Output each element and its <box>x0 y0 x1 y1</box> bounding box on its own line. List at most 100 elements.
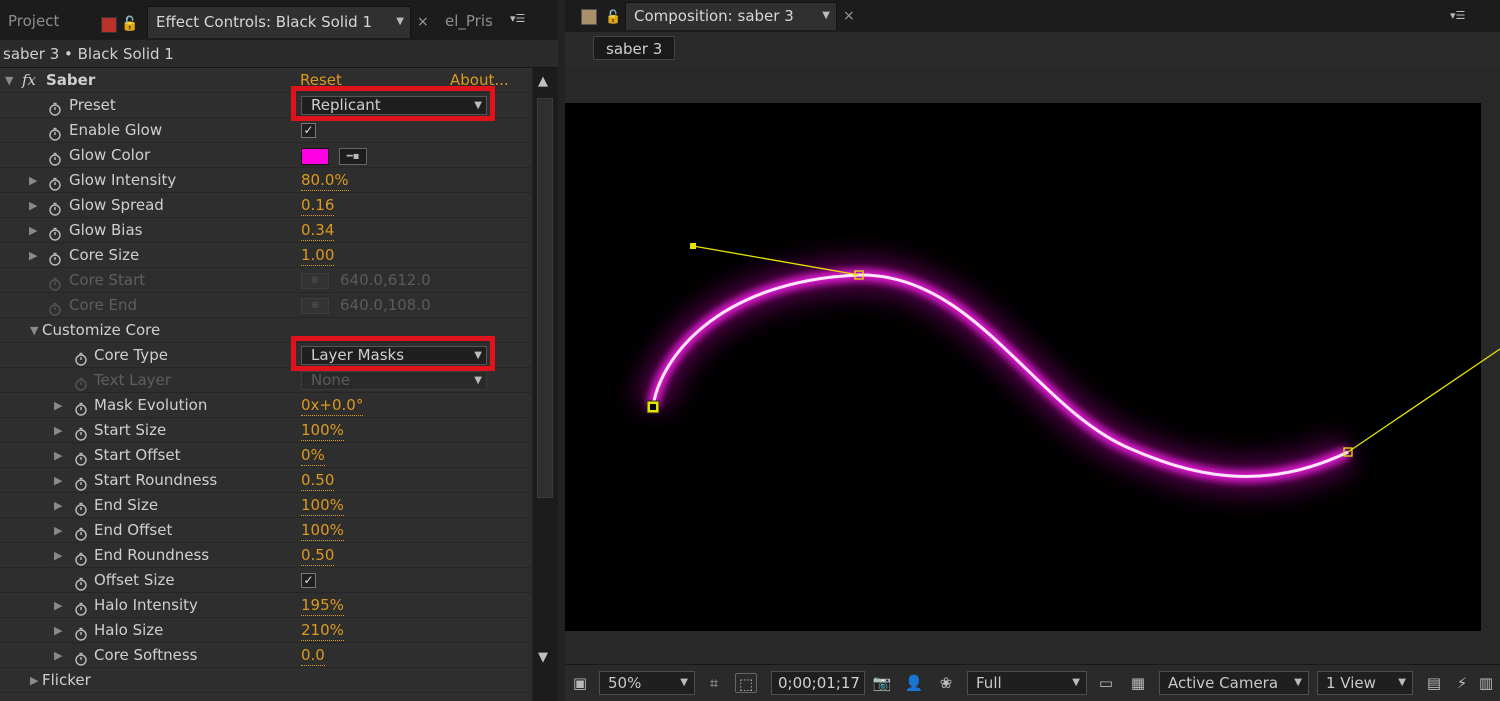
close-icon[interactable]: × <box>417 14 429 30</box>
composition-viewer[interactable] <box>565 68 1500 664</box>
property-row-core-softness[interactable]: ▶ Core Softness 0.0 <box>0 643 532 668</box>
property-value[interactable]: 0.34 <box>301 220 335 241</box>
expand-triangle-icon[interactable]: ▶ <box>30 668 38 693</box>
stopwatch-icon[interactable] <box>74 549 88 566</box>
property-row-end-offset[interactable]: ▶ End Offset 100% <box>0 518 532 543</box>
property-value[interactable]: 0.50 <box>301 470 335 491</box>
expand-triangle-icon[interactable]: ▶ <box>54 418 62 443</box>
stopwatch-icon[interactable] <box>48 224 62 241</box>
property-row-glow-spread[interactable]: ▶ Glow Spread 0.16 <box>0 193 532 218</box>
camera-dropdown[interactable]: Active Camera ▼ <box>1159 671 1309 695</box>
stopwatch-icon[interactable] <box>74 524 88 541</box>
expand-triangle-icon[interactable]: ▶ <box>29 193 37 218</box>
tab-next[interactable]: el_Pris <box>437 6 507 38</box>
stopwatch-icon[interactable] <box>74 624 88 641</box>
expand-triangle-icon[interactable]: ▶ <box>54 518 62 543</box>
checkerboard-icon[interactable]: ▦ <box>1127 673 1149 693</box>
fast-previews-icon[interactable]: ▭ <box>1095 673 1117 693</box>
property-row-enable-glow[interactable]: Enable Glow ✓ <box>0 118 532 143</box>
timeline-icon[interactable]: ⚡ <box>1451 673 1473 693</box>
property-row-flicker[interactable]: ▶ Flicker <box>0 668 532 693</box>
expand-triangle-icon[interactable]: ▶ <box>54 643 62 668</box>
panel-menu-icon[interactable]: ▾☰ <box>1450 10 1468 22</box>
stopwatch-icon[interactable] <box>48 249 62 266</box>
show-snapshot-icon[interactable]: 👤 <box>903 673 925 693</box>
eyedropper-icon[interactable]: ━▪ <box>339 148 367 165</box>
property-row-start-size[interactable]: ▶ Start Size 100% <box>0 418 532 443</box>
chevron-down-icon[interactable]: ▼ <box>822 3 830 29</box>
property-value[interactable]: 1.00 <box>301 245 335 266</box>
expand-triangle-icon[interactable]: ▶ <box>54 493 62 518</box>
stopwatch-icon[interactable] <box>74 424 88 441</box>
enable-glow-checkbox[interactable]: ✓ <box>301 123 316 138</box>
property-row-customize-core[interactable]: ▼ Customize Core <box>0 318 532 343</box>
stopwatch-icon[interactable] <box>74 599 88 616</box>
property-row-core-type[interactable]: Core Type Layer Masks ▼ <box>0 343 532 368</box>
view-layout-dropdown[interactable]: 1 View ▼ <box>1317 671 1413 695</box>
stopwatch-icon[interactable] <box>48 149 62 166</box>
current-time-display[interactable]: 0;00;01;17 <box>771 671 865 695</box>
property-row-core-size[interactable]: ▶ Core Size 1.00 <box>0 243 532 268</box>
property-value[interactable]: 0.16 <box>301 195 335 216</box>
preset-dropdown[interactable]: Replicant ▼ <box>301 96 487 115</box>
region-of-interest-icon[interactable]: ⌗ <box>703 673 725 693</box>
lock-icon-comp[interactable]: 🔓 <box>605 10 621 25</box>
expand-triangle-icon[interactable]: ▶ <box>54 543 62 568</box>
stopwatch-icon[interactable] <box>74 449 88 466</box>
lock-icon[interactable]: 🔓 <box>121 16 138 32</box>
expand-triangle-icon[interactable]: ▶ <box>54 618 62 643</box>
stopwatch-icon[interactable] <box>74 649 88 666</box>
expand-triangle-icon[interactable]: ▶ <box>54 593 62 618</box>
property-row-mask-evolution[interactable]: ▶ Mask Evolution 0x+0.0° <box>0 393 532 418</box>
about-link[interactable]: About... <box>450 68 509 93</box>
property-value[interactable]: 100% <box>301 520 344 541</box>
property-row-glow-intensity[interactable]: ▶ Glow Intensity 80.0% <box>0 168 532 193</box>
property-row-core-start[interactable]: Core Start ⊕ 640.0,612.0 <box>0 268 532 293</box>
scroll-up-icon[interactable]: ▲ <box>538 74 548 89</box>
transparency-grid-icon[interactable]: ⬚ <box>735 673 757 693</box>
composition-canvas[interactable] <box>565 103 1500 631</box>
property-row-start-roundness[interactable]: ▶ Start Roundness 0.50 <box>0 468 532 493</box>
property-row-end-size[interactable]: ▶ End Size 100% <box>0 493 532 518</box>
stopwatch-icon[interactable] <box>74 499 88 516</box>
property-value[interactable]: 80.0% <box>301 170 349 191</box>
tab-project[interactable]: Project <box>0 6 84 38</box>
expand-triangle-icon[interactable]: ▶ <box>29 243 37 268</box>
zoom-dropdown[interactable]: 50% ▼ <box>599 671 695 695</box>
property-row-glow-bias[interactable]: ▶ Glow Bias 0.34 <box>0 218 532 243</box>
expand-triangle-icon[interactable]: ▶ <box>54 393 62 418</box>
reset-link[interactable]: Reset <box>300 68 342 93</box>
scrollbar[interactable]: ▲ ▼ <box>533 68 558 701</box>
flowchart-icon[interactable]: ▥ <box>1475 673 1497 693</box>
pixel-aspect-icon[interactable]: ▤ <box>1423 673 1445 693</box>
fx-icon[interactable]: fx <box>22 68 36 93</box>
close-icon[interactable]: × <box>843 8 855 24</box>
expand-triangle-icon[interactable]: ▶ <box>54 468 62 493</box>
offset-size-checkbox[interactable]: ✓ <box>301 573 316 588</box>
property-row-halo-intensity[interactable]: ▶ Halo Intensity 195% <box>0 593 532 618</box>
effect-header-row[interactable]: ▼ fx Saber Reset About... <box>0 68 532 93</box>
stopwatch-icon[interactable] <box>48 124 62 141</box>
property-row-text-layer[interactable]: Text Layer None ▼ <box>0 368 532 393</box>
resolution-dropdown[interactable]: Full ▼ <box>967 671 1087 695</box>
property-row-core-end[interactable]: Core End ⊕ 640.0,108.0 <box>0 293 532 318</box>
stopwatch-icon[interactable] <box>48 199 62 216</box>
tab-composition[interactable]: Composition: saber 3 ▼ <box>625 2 837 30</box>
scroll-down-icon[interactable]: ▼ <box>538 650 548 665</box>
stopwatch-icon[interactable] <box>48 174 62 191</box>
property-row-halo-size[interactable]: ▶ Halo Size 210% <box>0 618 532 643</box>
property-value[interactable]: 0.0 <box>301 645 325 666</box>
camera-snapshot-icon[interactable]: 📷 <box>871 673 893 693</box>
expand-triangle-icon[interactable]: ▶ <box>29 218 37 243</box>
property-value[interactable]: 0.50 <box>301 545 335 566</box>
expand-triangle-icon[interactable]: ▶ <box>29 168 37 193</box>
property-row-preset[interactable]: Preset Replicant ▼ <box>0 93 532 118</box>
property-value[interactable]: 210% <box>301 620 344 641</box>
collapse-triangle-icon[interactable]: ▼ <box>30 318 38 343</box>
comp-breadcrumb[interactable]: saber 3 <box>593 36 676 60</box>
chevron-down-icon[interactable]: ▼ <box>396 7 404 37</box>
property-value[interactable]: 100% <box>301 495 344 516</box>
always-preview-icon[interactable]: ▣ <box>569 673 591 693</box>
property-value[interactable]: 195% <box>301 595 344 616</box>
color-swatch[interactable] <box>301 148 329 165</box>
